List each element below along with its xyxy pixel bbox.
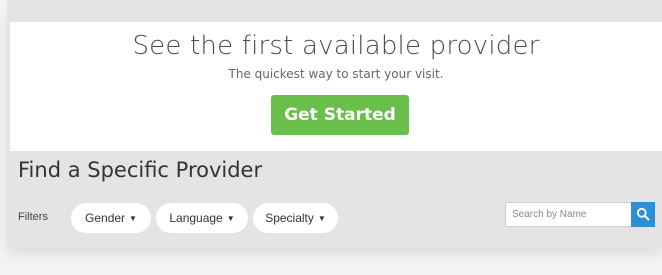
specialty-filter-label: Specialty: [265, 211, 314, 225]
hero-subtitle: The quickest way to start your visit.: [228, 67, 444, 81]
chevron-down-icon: ▼: [129, 214, 137, 223]
search-icon: [636, 207, 650, 221]
filters-label: Filters: [18, 211, 48, 223]
gender-filter-label: Gender: [85, 211, 126, 225]
get-started-button[interactable]: Get Started: [271, 95, 409, 135]
find-provider-title: Find a Specific Provider: [18, 158, 263, 182]
hero-title: See the first available provider: [132, 31, 540, 61]
chevron-down-icon: ▼: [226, 214, 235, 223]
chevron-down-icon: ▼: [317, 214, 326, 223]
search-by-name-input[interactable]: [505, 202, 632, 227]
specialty-filter-dropdown[interactable]: Specialty ▼: [253, 203, 338, 233]
language-filter-label: Language: [169, 211, 223, 225]
language-filter-dropdown[interactable]: Language ▼: [156, 203, 248, 233]
name-search: [505, 202, 655, 227]
gender-filter-dropdown[interactable]: Gender ▼: [71, 203, 151, 233]
search-button[interactable]: [631, 202, 655, 227]
first-available-panel: See the first available provider The qui…: [10, 22, 662, 151]
